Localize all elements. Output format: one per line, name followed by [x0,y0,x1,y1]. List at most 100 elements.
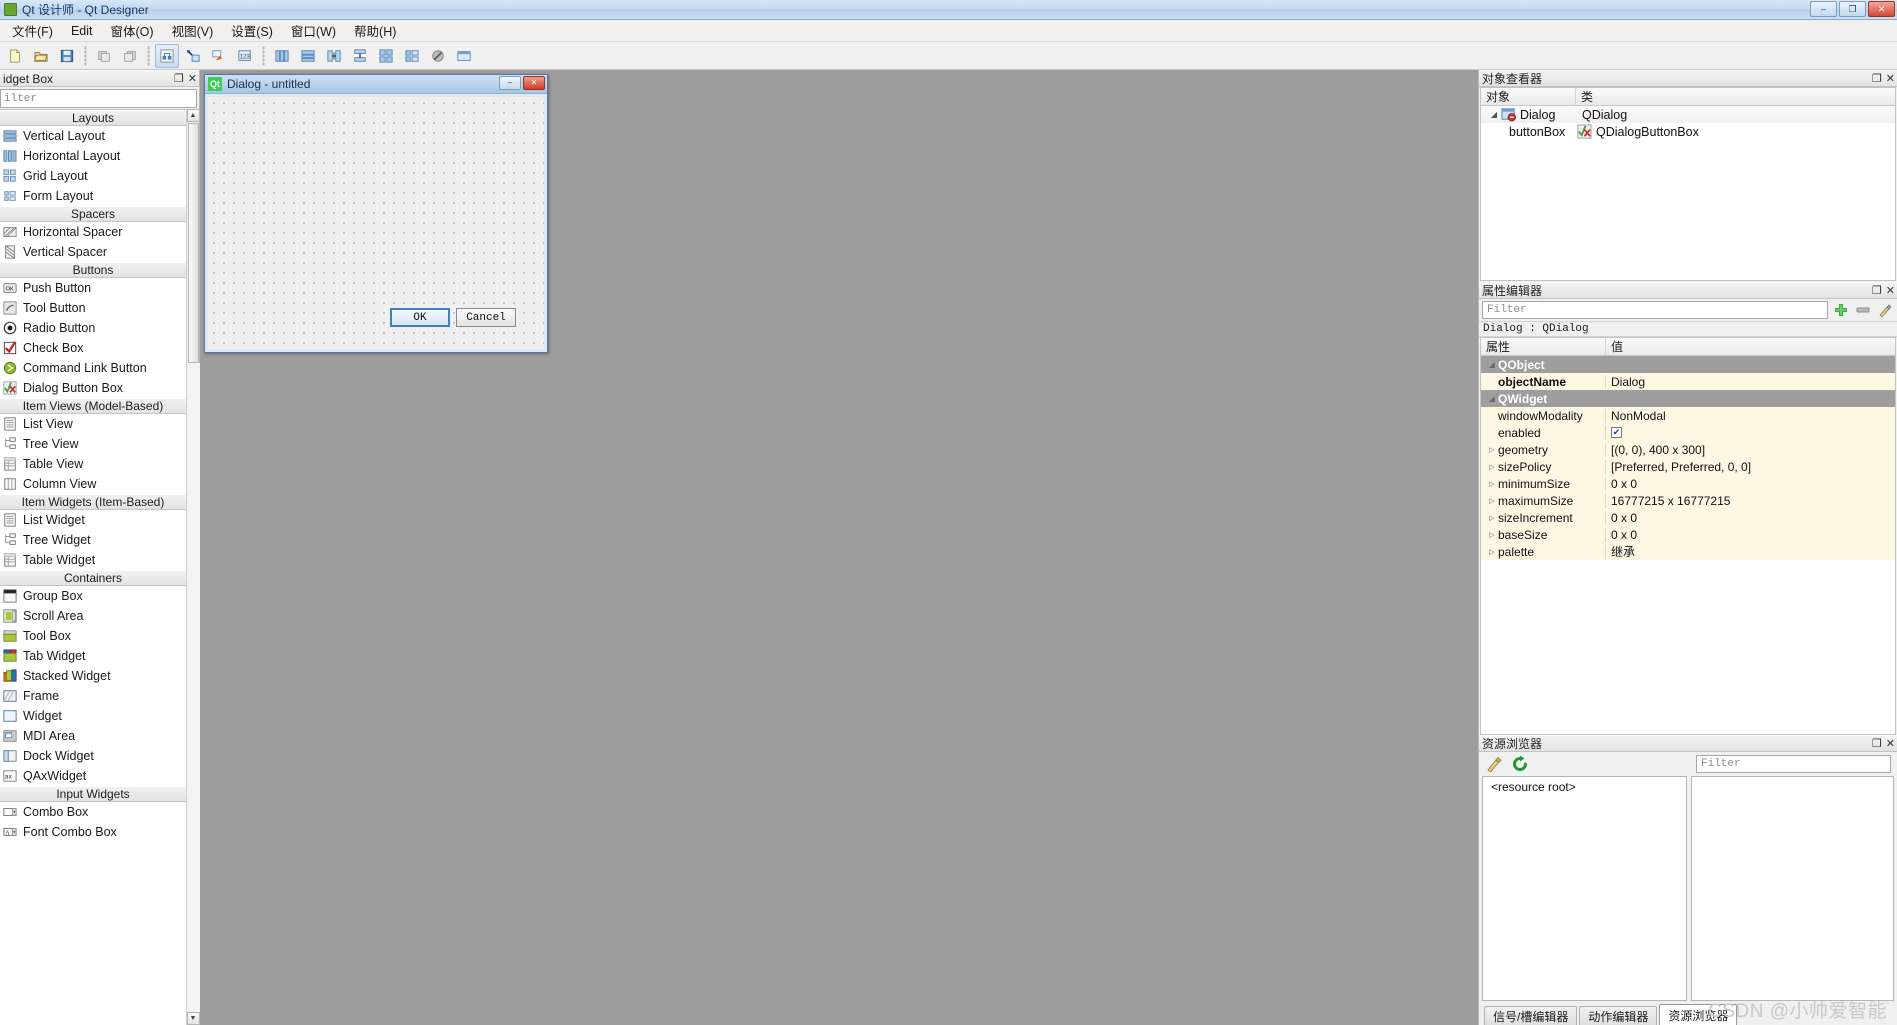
widget-box-item-horizontal-spacer[interactable]: Horizontal Spacer [0,222,186,242]
property-row[interactable]: ▷ sizeIncrement 0 x 0 [1481,509,1895,526]
widget-box-item-list-view[interactable]: List View [0,414,186,434]
scroll-up-icon[interactable]: ▲ [186,109,200,122]
expander-icon[interactable]: ◢ [1486,395,1498,403]
widget-box-item-radio-button[interactable]: Radio Button [0,318,186,338]
form-close-button[interactable]: ✕ [523,76,545,90]
widget-box-item-vertical-layout[interactable]: Vertical Layout [0,126,186,146]
property-group-row[interactable]: ◢ QObject [1481,356,1895,373]
widget-box-item-tab-widget[interactable]: Tab Widget [0,646,186,666]
widget-box-item-widget[interactable]: Widget [0,706,186,726]
property-row[interactable]: ▷ maximumSize 16777215 x 16777215 [1481,492,1895,509]
dock-tab-1[interactable]: 动作编辑器 [1579,1006,1658,1025]
expander-icon[interactable]: ▷ [1486,463,1498,471]
widget-box-item-tree-widget[interactable]: Tree Widget [0,530,186,550]
layout-grid-icon[interactable] [374,44,398,68]
property-value-cell[interactable]: 0 x 0 [1606,511,1895,525]
scroll-down-icon[interactable]: ▼ [186,1012,200,1025]
widget-box-item-form-layout[interactable]: Form Layout [0,186,186,206]
configure-icon[interactable] [1876,301,1894,319]
dialog-button-box[interactable]: OK Cancel [390,308,516,327]
widget-box-item-font-combo-box[interactable]: A Font Combo Box [0,822,186,842]
adjust-size-icon[interactable] [452,44,476,68]
object-inspector-col-object[interactable]: 对象 [1481,88,1576,105]
widget-box-item-mdi-area[interactable]: MDI Area [0,726,186,746]
property-editor-col-property[interactable]: 属性 [1481,338,1606,355]
widget-box-item-frame[interactable]: Frame [0,686,186,706]
expander-icon[interactable]: ▷ [1486,480,1498,488]
object-inspector-col-class[interactable]: 类 [1576,88,1895,105]
widget-box-item-horizontal-layout[interactable]: Horizontal Layout [0,146,186,166]
resource-preview-pane[interactable] [1691,776,1894,1001]
property-row[interactable]: ▷ baseSize 0 x 0 [1481,526,1895,543]
widget-box-item-combo-box[interactable]: Combo Box [0,802,186,822]
property-row[interactable]: enabled ✔ [1481,424,1895,441]
widget-box-item-push-button[interactable]: OK Push Button [0,278,186,298]
menu-settings[interactable]: 设置(S) [222,18,282,43]
layout-vertically-icon[interactable] [296,44,320,68]
scrollbar-thumb[interactable] [187,123,199,363]
scrollbar-track[interactable] [186,363,200,1012]
widget-box-filter-input[interactable]: ilter [0,89,197,108]
resource-root-item[interactable]: <resource root> [1491,780,1686,794]
layout-horizontally-icon[interactable] [270,44,294,68]
property-row[interactable]: ▷ palette 继承 [1481,543,1895,560]
widget-box-item-command-link-button[interactable]: Command Link Button [0,358,186,378]
property-value-cell[interactable]: 继承 [1606,543,1895,560]
property-value-cell[interactable]: Dialog [1606,375,1895,389]
property-row[interactable]: objectName Dialog [1481,373,1895,390]
property-editor-close-button[interactable]: ✕ [1886,284,1895,298]
widget-box-item-list-widget[interactable]: List Widget [0,510,186,530]
widget-box-group-header[interactable]: Spacers [0,206,186,222]
widget-box-item-table-widget[interactable]: Table Widget [0,550,186,570]
layout-horizontal-splitter-icon[interactable] [322,44,346,68]
edit-signals-slots-icon[interactable] [181,44,205,68]
edit-resources-icon[interactable] [1485,755,1503,773]
object-inspector-close-button[interactable]: ✕ [1886,72,1895,86]
widget-box-item-dialog-button-box[interactable]: Dialog Button Box [0,378,186,398]
form-canvas-grid[interactable]: OK Cancel [208,97,544,349]
property-value-cell[interactable]: 16777215 x 16777215 [1606,494,1895,508]
property-value-cell[interactable]: ✔ [1606,427,1895,438]
menu-view[interactable]: 视图(V) [163,18,223,43]
widget-box-float-button[interactable]: ❐ [174,72,184,86]
expander-icon[interactable]: ▷ [1486,497,1498,505]
design-canvas[interactable]: Qt Dialog - untitled – ✕ OK Cancel [200,70,1478,1025]
property-editor-table[interactable]: 属性 值 ◢ QObject objectName Dialog ◢ QWidget win… [1480,337,1896,735]
property-group-row[interactable]: ◢ QWidget [1481,390,1895,407]
expander-icon[interactable]: ◢ [1486,361,1498,369]
window-minimize-button[interactable]: – [1810,1,1837,17]
object-inspector-row[interactable]: buttonBox QDialogButtonBox [1481,123,1895,140]
open-form-icon[interactable] [29,44,53,68]
property-row[interactable]: ▷ sizePolicy [Preferred, Preferred, 0, 0] [1481,458,1895,475]
break-layout-icon[interactable] [426,44,450,68]
edit-buddies-icon[interactable] [207,44,231,68]
property-editor-filter-input[interactable]: Filter [1482,301,1828,319]
save-form-icon[interactable] [55,44,79,68]
widget-box-group-header[interactable]: Layouts [0,110,186,126]
dialog-ok-button[interactable]: OK [390,308,450,327]
widget-box-group-header[interactable]: Item Widgets (Item-Based) [0,494,186,510]
widget-box-close-button[interactable]: ✕ [188,72,197,86]
undo-icon[interactable] [92,44,116,68]
widget-box-item-qaxwidget[interactable]: ax QAxWidget [0,766,186,786]
widget-box-item-tool-box[interactable]: Tool Box [0,626,186,646]
expander-icon[interactable]: ◢ [1487,110,1501,119]
property-value-cell[interactable]: [Preferred, Preferred, 0, 0] [1606,460,1895,474]
widget-box-item-tree-view[interactable]: Tree View [0,434,186,454]
widget-box-item-tool-button[interactable]: Tool Button [0,298,186,318]
widget-box-group-header[interactable]: Item Views (Model-Based) [0,398,186,414]
expander-icon[interactable]: ▷ [1486,514,1498,522]
enabled-checkbox[interactable]: ✔ [1611,427,1622,438]
property-editor-col-value[interactable]: 值 [1606,338,1895,355]
menu-file[interactable]: 文件(F) [3,18,62,43]
widget-box-item-vertical-spacer[interactable]: Vertical Spacer [0,242,186,262]
window-close-button[interactable]: ✕ [1868,1,1895,17]
widget-box-item-column-view[interactable]: Column View [0,474,186,494]
menu-form[interactable]: 窗体(O) [102,18,163,43]
layout-form-icon[interactable] [400,44,424,68]
expander-icon[interactable]: ▷ [1486,548,1498,556]
edit-widgets-icon[interactable] [155,43,179,68]
widget-box-item-stacked-widget[interactable]: Stacked Widget [0,666,186,686]
property-value-cell[interactable]: 0 x 0 [1606,528,1895,542]
object-inspector-table[interactable]: 对象 类 ◢ Dialog QDialog buttonBox QDialogButto… [1480,87,1896,281]
